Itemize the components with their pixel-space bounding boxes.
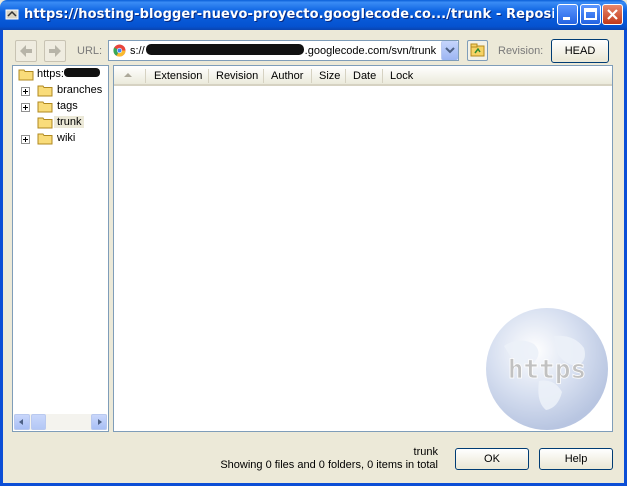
column-separator[interactable] <box>382 69 383 83</box>
url-value: s:// .googlecode.com/svn/trunk <box>130 44 436 57</box>
scroll-left-button[interactable] <box>14 414 30 430</box>
list-header: Extension Revision Author Size Date Lock <box>114 66 612 86</box>
ok-button[interactable]: OK <box>455 448 529 470</box>
chevron-down-icon <box>445 47 455 54</box>
tree-item-branches[interactable]: branches <box>13 83 108 99</box>
folder-open-icon <box>18 69 34 81</box>
column-separator[interactable] <box>208 69 209 83</box>
column-header-extension[interactable]: Extension <box>154 70 202 82</box>
tree-item-label: branches <box>57 84 103 96</box>
close-button[interactable] <box>602 4 623 25</box>
column-separator[interactable] <box>345 69 346 83</box>
folder-icon <box>37 133 53 145</box>
column-header-date[interactable]: Date <box>353 70 376 82</box>
minimize-button[interactable] <box>557 4 578 25</box>
head-revision-button[interactable]: HEAD <box>551 39 609 63</box>
maximize-button[interactable] <box>580 4 601 25</box>
tree-item-label: tags <box>57 100 78 112</box>
status-current-path: trunk <box>413 446 438 458</box>
column-separator[interactable] <box>311 69 312 83</box>
scroll-right-button[interactable] <box>91 414 107 430</box>
browse-revision-button[interactable] <box>467 40 488 61</box>
column-header-author[interactable]: Author <box>271 70 303 82</box>
status-summary: Showing 0 files and 0 folders, 0 items i… <box>220 459 438 471</box>
back-button[interactable] <box>15 40 37 62</box>
url-prefix: s:// <box>130 45 145 57</box>
sort-ascending-icon[interactable] <box>124 73 132 77</box>
revision-label: Revision: <box>498 45 544 57</box>
tree-item-label: trunk <box>54 116 85 128</box>
url-combobox[interactable]: s:// .googlecode.com/svn/trunk <box>108 40 459 61</box>
expand-plus-icon[interactable] <box>21 87 30 96</box>
folder-icon <box>37 101 53 113</box>
url-label: URL: <box>77 45 103 57</box>
close-icon <box>607 9 618 20</box>
https-globe-watermark: https <box>486 308 608 430</box>
title-bar[interactable]: https://hosting-blogger-nuevo-proyecto.g… <box>0 0 627 30</box>
arrow-right-icon <box>49 45 61 57</box>
folder-open-icon <box>37 117 53 129</box>
file-list[interactable]: Extension Revision Author Size Date Lock… <box>113 65 613 432</box>
window-title: https://hosting-blogger-nuevo-proyecto.g… <box>24 7 554 22</box>
folder-icon <box>37 85 53 97</box>
browser-globe-icon <box>113 44 126 57</box>
column-header-revision[interactable]: Revision <box>216 70 258 82</box>
repo-browser-icon <box>5 9 19 20</box>
scroll-thumb[interactable] <box>31 414 46 430</box>
help-button[interactable]: Help <box>539 448 613 470</box>
column-separator[interactable] <box>145 69 146 83</box>
arrow-left-icon <box>20 45 32 57</box>
column-separator[interactable] <box>263 69 264 83</box>
repository-tree[interactable]: https: branches tags trunk wiki <box>12 65 109 432</box>
url-suffix: .googlecode.com/svn/trunk <box>304 45 437 57</box>
tree-item-tags[interactable]: tags <box>13 99 108 115</box>
folder-refresh-icon <box>470 43 485 57</box>
minimize-icon <box>563 17 570 20</box>
watermark-text: https <box>508 355 586 385</box>
maximize-icon <box>584 8 597 20</box>
expand-plus-icon[interactable] <box>21 103 30 112</box>
redacted-text <box>63 68 100 77</box>
tree-item-label: wiki <box>57 132 76 144</box>
tree-item-trunk[interactable]: trunk <box>13 115 108 131</box>
column-header-lock[interactable]: Lock <box>390 70 413 82</box>
column-header-size[interactable]: Size <box>319 70 340 82</box>
tree-item-wiki[interactable]: wiki <box>13 131 108 147</box>
expand-plus-icon[interactable] <box>21 135 30 144</box>
tree-horizontal-scrollbar[interactable] <box>14 414 107 430</box>
url-dropdown-button[interactable] <box>441 41 458 60</box>
redacted-text <box>145 44 304 55</box>
forward-button[interactable] <box>44 40 66 62</box>
tree-root-label: https: <box>37 68 100 80</box>
tree-root[interactable]: https: <box>13 67 108 83</box>
